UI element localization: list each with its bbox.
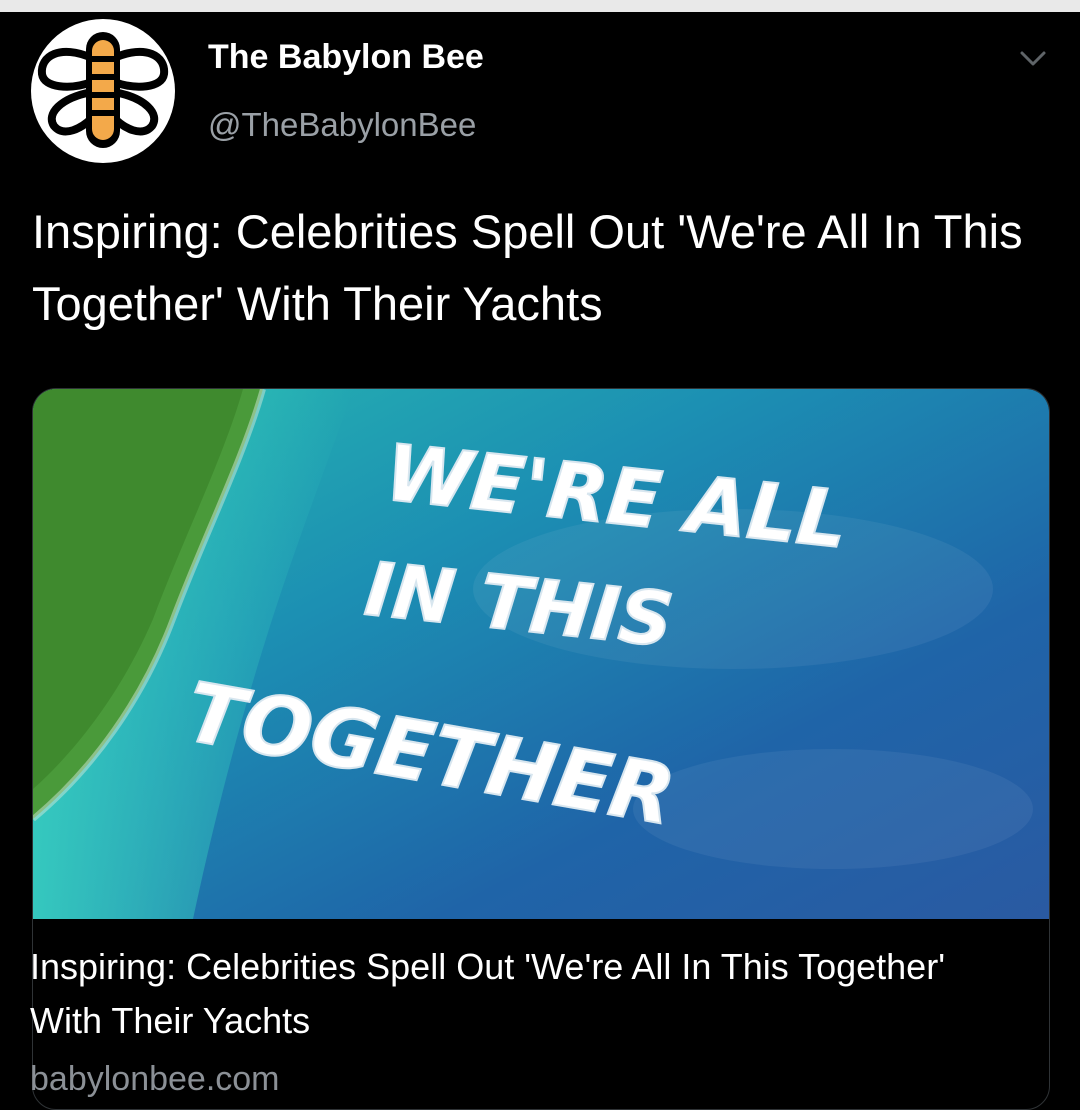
avatar[interactable] bbox=[30, 18, 176, 164]
card-image: WE'RE ALL IN THIS TOGETHER bbox=[33, 389, 1049, 919]
card-title[interactable]: Inspiring: Celebrities Spell Out 'We're … bbox=[30, 940, 1010, 1048]
tweet-text: Inspiring: Celebrities Spell Out 'We're … bbox=[32, 205, 1023, 330]
chevron-down-icon[interactable] bbox=[1018, 48, 1048, 70]
display-name[interactable]: The Babylon Bee bbox=[208, 38, 484, 77]
handle[interactable]: @TheBabylonBee bbox=[208, 106, 476, 144]
bee-logo-icon bbox=[37, 32, 169, 148]
top-strip bbox=[0, 0, 1080, 12]
